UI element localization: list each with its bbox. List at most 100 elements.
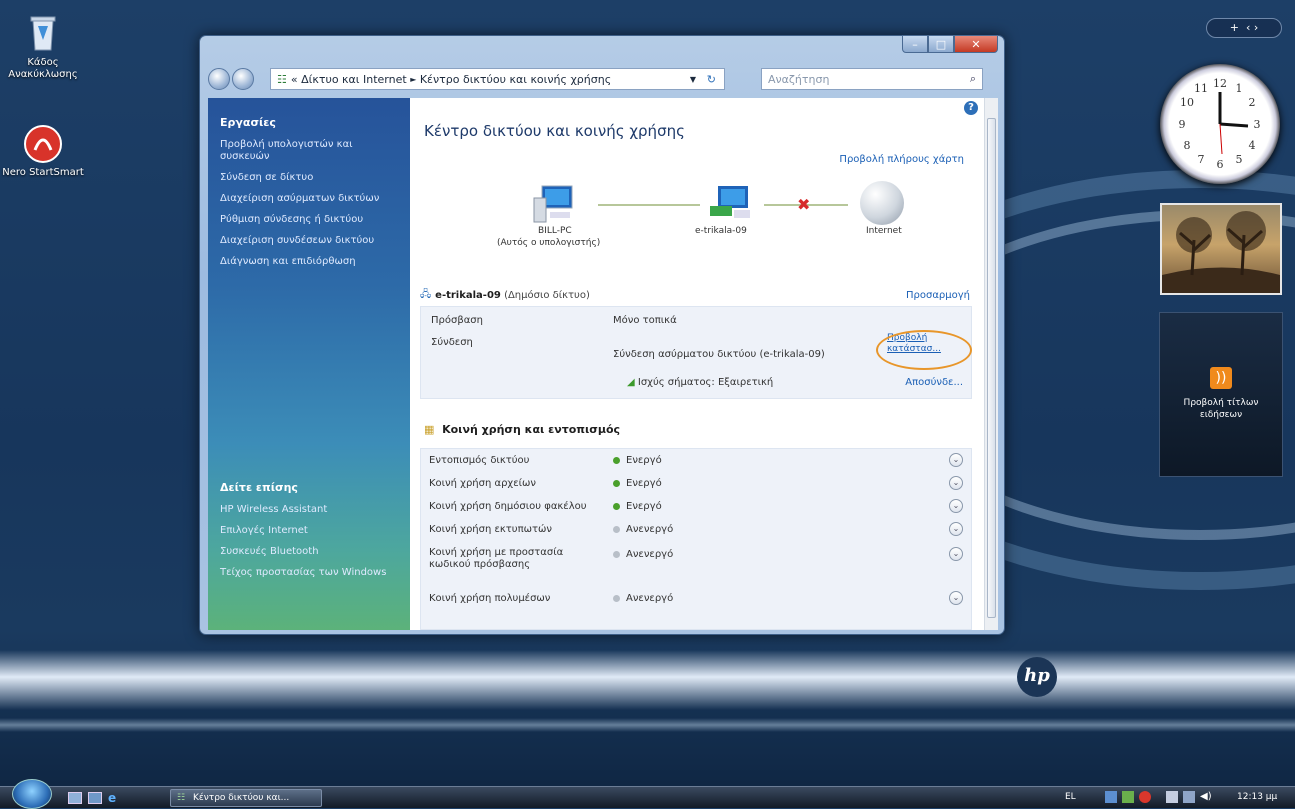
svg-text:3: 3: [1254, 118, 1261, 131]
link-bluetooth[interactable]: Συσκευές Bluetooth: [220, 546, 400, 558]
sharing-row[interactable]: Κοινή χρήση εκτυπωτών Ανενεργό ⌄: [421, 518, 971, 541]
nero-icon: [23, 124, 63, 164]
hp-logo: hp: [1017, 657, 1057, 697]
sharing-row[interactable]: Κοινή χρήση με προστασία κωδικού πρόσβασ…: [421, 541, 971, 581]
disconnect-link[interactable]: Αποσύνδε...: [905, 377, 963, 388]
taskbar-button-network-center[interactable]: ☷ Κέντρο δικτύου και...: [170, 789, 322, 807]
sharing-row[interactable]: Κοινή χρήση πολυμέσων Ανενεργό ⌄: [421, 581, 971, 605]
expand-chevron-icon[interactable]: ⌄: [949, 499, 963, 513]
network-small-icon: 🖧: [420, 288, 432, 300]
nero-label: Nero StartSmart: [2, 167, 84, 178]
globe-icon[interactable]: [860, 181, 904, 225]
dropdown-icon[interactable]: ▼: [690, 75, 696, 84]
task-connect-network[interactable]: Σύνδεση σε δίκτυο: [220, 172, 398, 184]
full-map-link[interactable]: Προβολή πλήρους χάρτη: [839, 154, 964, 165]
clock-gadget[interactable]: 12 1 2 3 4 5 6 7 8 9 10 11: [1160, 64, 1280, 184]
link-hp-wireless[interactable]: HP Wireless Assistant: [220, 504, 400, 516]
language-indicator[interactable]: EL: [1065, 792, 1076, 802]
search-icon[interactable]: ⌕: [970, 72, 976, 86]
sidebar-gadget-controls[interactable]: + ‹ ›: [1206, 18, 1282, 38]
task-setup-connection[interactable]: Ρύθμιση σύνδεσης ή δικτύου: [220, 214, 398, 226]
sharing-row[interactable]: Κοινή χρήση δημόσιου φακέλου Ενεργό ⌄: [421, 495, 971, 518]
status-on-icon: [613, 456, 620, 464]
svg-text:9: 9: [1179, 118, 1186, 131]
network-details-box: Πρόσβαση Μόνο τοπικά Σύνδεση Σύνδεση ασύ…: [420, 306, 972, 399]
sharing-row[interactable]: Εντοπισμός δικτύου Ενεργό ⌄: [421, 449, 971, 472]
tray-power-icon[interactable]: [1122, 791, 1134, 803]
link-internet-options[interactable]: Επιλογές Internet: [220, 525, 400, 537]
maximize-button[interactable]: □: [928, 35, 954, 53]
forward-button[interactable]: [232, 68, 254, 90]
access-label: Πρόσβαση: [431, 315, 483, 326]
breadcrumb-sharing-center[interactable]: Κέντρο δικτύου και κοινής χρήσης: [420, 73, 611, 86]
recycle-bin-label: Κάδος Ανακύκλωσης: [8, 57, 78, 80]
task-diagnose-repair[interactable]: Διάγνωση και επιδιόρθωση: [220, 256, 398, 268]
rss-icon: )): [1210, 367, 1232, 389]
svg-text:11: 11: [1194, 82, 1208, 95]
status-on-icon: [613, 502, 620, 510]
feed-gadget[interactable]: )) Προβολή τίτλων ειδήσεων: [1159, 312, 1283, 477]
status-off-icon: [613, 550, 620, 558]
network-task-icon: ☷: [177, 793, 186, 803]
next-icon[interactable]: ›: [1254, 21, 1258, 34]
svg-text:4: 4: [1249, 139, 1256, 152]
connection-label: Σύνδεση: [431, 337, 473, 348]
page-title: Κέντρο δικτύου και κοινής χρήσης: [424, 122, 685, 140]
customize-link[interactable]: Προσαρμογή: [906, 290, 970, 301]
desktop-icon-recycle-bin[interactable]: Κάδος Ανακύκλωσης: [0, 14, 86, 81]
refresh-icon[interactable]: ↻: [707, 73, 716, 86]
tray-wireless-icon[interactable]: [1166, 791, 1178, 803]
add-gadget-icon[interactable]: +: [1230, 21, 1239, 34]
connection-value: Σύνδεση ασύρματου δικτύου (e-trikala-09): [613, 349, 825, 360]
expand-chevron-icon[interactable]: ⌄: [949, 591, 963, 605]
close-button[interactable]: ✕: [954, 35, 998, 53]
network-center-window[interactable]: – □ ✕ ☷ « Δίκτυο και Internet ► Κέντρο δ…: [199, 35, 1005, 635]
clock-time[interactable]: 12:13 μμ: [1237, 792, 1277, 802]
vertical-scrollbar[interactable]: [984, 98, 998, 630]
caption-buttons: – □ ✕: [902, 35, 998, 53]
tasks-pane: Εργασίες Προβολή υπολογιστών και συσκευώ…: [208, 98, 410, 630]
svg-text:10: 10: [1180, 96, 1194, 109]
highlight-ring: [876, 330, 972, 370]
slideshow-gadget[interactable]: [1160, 203, 1282, 295]
svg-text:6: 6: [1217, 158, 1224, 171]
start-button[interactable]: [12, 779, 52, 809]
back-button[interactable]: [208, 68, 230, 90]
svg-text:7: 7: [1198, 153, 1205, 166]
show-desktop-icon[interactable]: [68, 792, 82, 804]
link-firewall[interactable]: Τείχος προστασίας των Windows: [220, 567, 400, 579]
help-icon[interactable]: ?: [964, 101, 978, 115]
network-name-map: e-trikala-09: [695, 226, 747, 236]
switch-windows-icon[interactable]: [88, 792, 102, 804]
expand-chevron-icon[interactable]: ⌄: [949, 476, 963, 490]
task-manage-connections[interactable]: Διαχείριση συνδέσεων δικτύου: [220, 235, 398, 247]
tray-network-icon[interactable]: [1105, 791, 1117, 803]
expand-chevron-icon[interactable]: ⌄: [949, 522, 963, 536]
search-input[interactable]: Αναζήτηση ⌕: [761, 68, 983, 90]
breadcrumb-network-internet[interactable]: Δίκτυο και Internet: [301, 73, 407, 86]
sharing-icon: ▦: [424, 423, 435, 436]
address-bar: ☷ « Δίκτυο και Internet ► Κέντρο δικτύου…: [208, 66, 998, 92]
minimize-button[interactable]: –: [902, 35, 928, 53]
ie-icon[interactable]: e: [108, 792, 122, 804]
no-internet-x-icon: ✖: [797, 195, 811, 214]
task-view-computers[interactable]: Προβολή υπολογιστών και συσκευών: [220, 139, 398, 163]
network-icon-map[interactable]: [708, 184, 754, 227]
tray-security-icon[interactable]: [1139, 791, 1151, 803]
task-manage-wireless[interactable]: Διαχείριση ασύρματων δικτύων: [220, 193, 398, 205]
expand-chevron-icon[interactable]: ⌄: [949, 453, 963, 467]
main-content: ? Κέντρο δικτύου και κοινής χρήσης Προβο…: [410, 98, 984, 630]
computer-icon[interactable]: [532, 184, 578, 227]
signal-bars-icon: ◢: [627, 377, 635, 388]
breadcrumb[interactable]: ☷ « Δίκτυο και Internet ► Κέντρο δικτύου…: [270, 68, 725, 90]
prev-icon[interactable]: ‹: [1246, 21, 1250, 34]
svg-text:2: 2: [1249, 96, 1256, 109]
expand-chevron-icon[interactable]: ⌄: [949, 547, 963, 561]
tray-volume-icon[interactable]: ◀): [1200, 791, 1212, 803]
tray-battery-icon[interactable]: [1183, 791, 1195, 803]
desktop-icon-nero[interactable]: Nero StartSmart: [0, 124, 86, 179]
system-tray: ◀): [1105, 791, 1212, 803]
pc-sub: (Αυτός ο υπολογιστής): [497, 238, 601, 248]
sharing-row[interactable]: Κοινή χρήση αρχείων Ενεργό ⌄: [421, 472, 971, 495]
scroll-thumb[interactable]: [987, 118, 996, 618]
